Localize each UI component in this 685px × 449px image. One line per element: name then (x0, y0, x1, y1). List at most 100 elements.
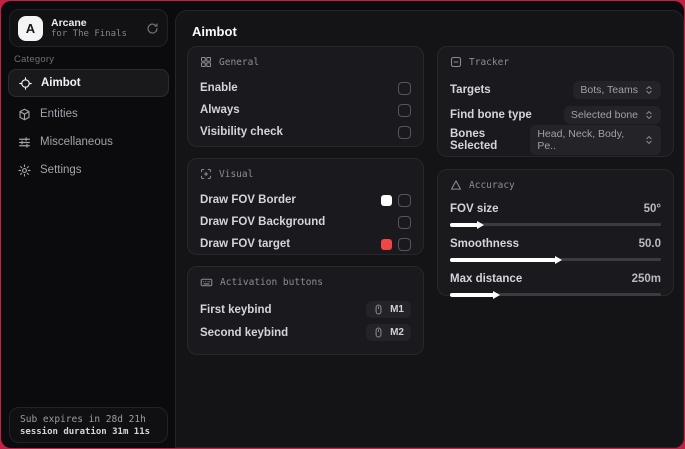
bones-selected-dropdown[interactable]: Head, Neck, Body, Pe.. (530, 124, 661, 155)
visibility-check-checkbox[interactable] (398, 125, 411, 139)
fov-size-slider[interactable] (450, 220, 661, 229)
slider-fill (450, 255, 562, 264)
setting-row-draw-fov-border: Draw FOV Border (200, 189, 411, 211)
setting-label: Second keybind (200, 326, 289, 339)
setting-row-bones-selected: Bones Selected Head, Neck, Body, Pe.. (450, 124, 661, 155)
keybind-value: M2 (390, 327, 404, 338)
setting-row-targets: Targets Bots, Teams (450, 77, 661, 102)
triangle-icon (450, 179, 462, 191)
card-title: Activation buttons (220, 277, 323, 288)
card-tracker: Tracker Targets Bots, Teams Find bone ty… (437, 46, 674, 157)
setting-label: Enable (200, 82, 238, 94)
app-header-card: A Arcane for The Finals (9, 9, 168, 47)
app-meta: Arcane for The Finals (51, 17, 138, 39)
setting-row-first-keybind: First keybind M1 (200, 298, 411, 321)
setting-label: Draw FOV Border (200, 194, 296, 206)
subscription-info: Sub expires in 28d 21h session duration … (9, 407, 168, 443)
sub-expiry-text: Sub expires in 28d 21h (20, 413, 146, 425)
sidebar: A Arcane for The Finals Category Aimbot (1, 1, 175, 448)
slider-thumb[interactable] (493, 290, 501, 299)
setting-row-always: Always (200, 99, 411, 121)
app-name: Arcane (51, 16, 87, 29)
sync-icon[interactable] (146, 22, 159, 35)
gear-icon (18, 163, 31, 177)
setting-label: Max distance (450, 273, 523, 285)
slider-value: 50° (643, 203, 661, 215)
app-frame: A Arcane for The Finals Category Aimbot (0, 0, 685, 449)
card-general: General Enable Always Visibility check (187, 46, 424, 147)
setting-label: Draw FOV Background (200, 216, 326, 228)
draw-fov-border-checkbox[interactable] (398, 193, 411, 207)
sidebar-item-aimbot[interactable]: Aimbot (8, 69, 169, 97)
setting-label: Bones Selected (450, 127, 498, 152)
second-keybind-button[interactable]: M2 (366, 324, 411, 341)
draw-fov-background-checkbox[interactable] (398, 215, 411, 229)
page-title: Aimbot (192, 24, 237, 39)
slider-fill (450, 220, 485, 229)
slider-group-max-distance: Max distance 250m (450, 270, 661, 299)
card-title: Tracker (469, 56, 510, 68)
dropdown-value: Head, Neck, Body, Pe.. (537, 127, 625, 152)
card-title: Visual (219, 168, 254, 180)
session-duration-text: session duration 31m 11s (20, 426, 151, 437)
targets-dropdown[interactable]: Bots, Teams (573, 80, 661, 99)
setting-row-draw-fov-background: Draw FOV Background (200, 211, 411, 233)
cube-icon (18, 108, 31, 121)
slider-group-smoothness: Smoothness 50.0 (450, 235, 661, 264)
keyboard-icon (200, 276, 213, 289)
card-visual: Visual Draw FOV Border Draw FOV Backgrou… (187, 158, 424, 255)
setting-label: Targets (450, 83, 491, 96)
fov-target-color-swatch[interactable] (381, 238, 392, 250)
sidebar-item-label: Miscellaneous (40, 136, 113, 148)
setting-label: Find bone type (450, 108, 532, 121)
max-distance-slider[interactable] (450, 290, 661, 299)
setting-label: First keybind (200, 303, 272, 316)
slider-group-fov-size: FOV size 50° (450, 200, 661, 229)
category-label: Category (14, 54, 55, 65)
setting-row-second-keybind: Second keybind M2 (200, 321, 411, 344)
keybind-value: M1 (390, 304, 404, 315)
sidebar-item-miscellaneous[interactable]: Miscellaneous (8, 129, 169, 155)
chevrons-up-down-icon (644, 85, 654, 95)
slider-thumb[interactable] (554, 255, 562, 264)
smoothness-slider[interactable] (450, 255, 661, 264)
dropdown-value: Bots, Teams (580, 83, 638, 96)
slider-thumb[interactable] (477, 220, 485, 229)
mouse-icon (373, 327, 384, 338)
always-checkbox[interactable] (398, 103, 411, 117)
enable-checkbox[interactable] (398, 81, 411, 95)
first-keybind-button[interactable]: M1 (366, 301, 411, 318)
sidebar-item-label: Aimbot (41, 77, 81, 89)
crosshair-icon (19, 76, 32, 90)
grid-icon (200, 56, 212, 68)
card-title: General (219, 56, 260, 68)
setting-label: Always (200, 104, 240, 116)
setting-row-visibility-check: Visibility check (200, 121, 411, 143)
card-activation-buttons: Activation buttons First keybind M1 Seco… (187, 266, 424, 355)
setting-row-find-bone-type: Find bone type Selected bone (450, 102, 661, 127)
app-window: A Arcane for The Finals Category Aimbot (1, 1, 684, 448)
sidebar-item-entities[interactable]: Entities (8, 101, 169, 127)
mouse-icon (373, 304, 384, 315)
fov-border-color-swatch[interactable] (381, 194, 392, 206)
setting-label: Draw FOV target (200, 238, 291, 250)
card-title: Accuracy (469, 179, 515, 191)
card-accuracy: Accuracy FOV size 50° Smoothness 50.0 Ma… (437, 169, 674, 299)
setting-label: FOV size (450, 203, 499, 215)
dropdown-value: Selected bone (570, 108, 638, 121)
chevrons-up-down-icon (644, 110, 654, 120)
find-bone-type-dropdown[interactable]: Selected bone (563, 105, 661, 124)
setting-label: Visibility check (200, 126, 283, 138)
square-minus-icon (450, 56, 462, 68)
focus-icon (200, 168, 212, 180)
sidebar-item-label: Settings (40, 164, 82, 176)
sliders-icon (18, 136, 31, 149)
slider-value: 50.0 (638, 238, 661, 250)
app-subtitle: for The Finals (51, 28, 127, 39)
draw-fov-target-checkbox[interactable] (398, 237, 411, 251)
setting-row-draw-fov-target: Draw FOV target (200, 233, 411, 255)
sidebar-item-settings[interactable]: Settings (8, 157, 169, 183)
chevrons-up-down-icon (644, 135, 654, 145)
setting-label: Smoothness (450, 238, 520, 250)
app-logo: A (18, 15, 43, 41)
